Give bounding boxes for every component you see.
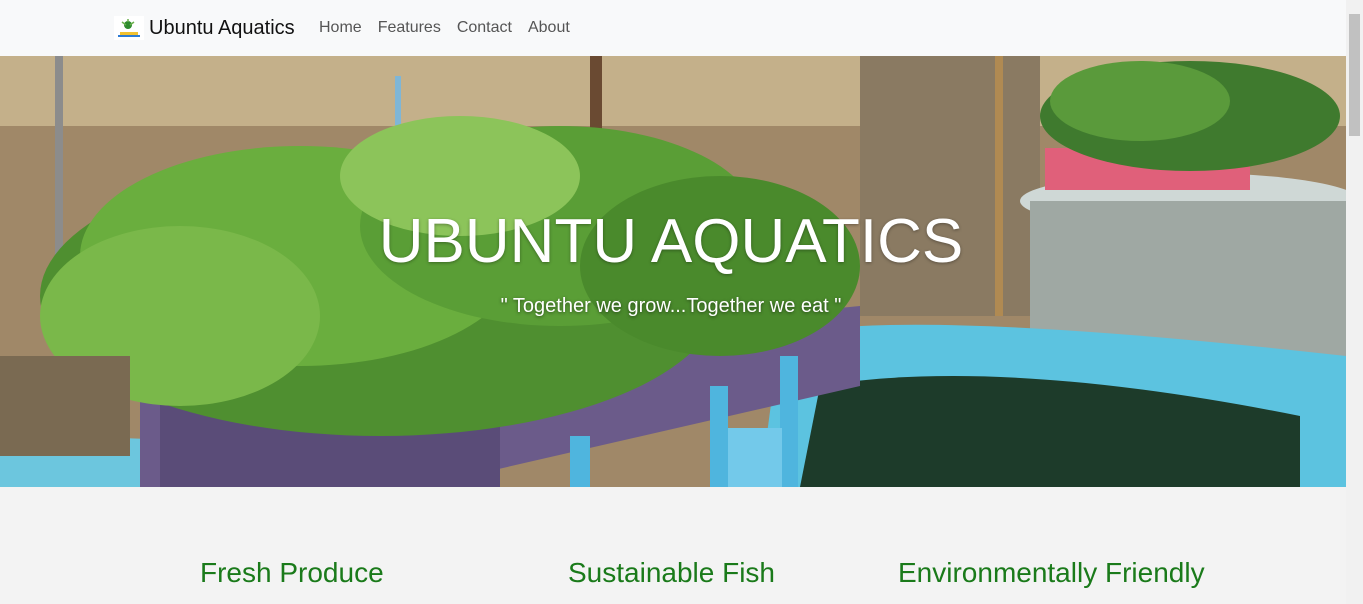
page-scrollbar[interactable] <box>1346 0 1363 604</box>
nav-link-about[interactable]: About <box>520 19 578 37</box>
nav-link-features[interactable]: Features <box>370 19 449 37</box>
feature-title-sustainable-fish: Sustainable Fish <box>568 557 776 588</box>
brand-name: Ubuntu Aquatics <box>149 16 295 39</box>
scrollbar-thumb[interactable] <box>1349 14 1360 136</box>
hero-banner: UBUNTU AQUATICS " Together we grow...Tog… <box>0 56 1346 487</box>
nav-link-contact[interactable]: Contact <box>449 19 520 37</box>
features-section: Fresh Produce Sustainable Fish Environme… <box>0 487 1346 604</box>
nav-link-home[interactable]: Home <box>311 19 370 37</box>
feature-title-environmentally-friendly: Environmentally Friendly <box>898 557 1205 588</box>
brand-link[interactable]: Ubuntu Aquatics <box>114 0 295 56</box>
hero-title: UBUNTU AQUATICS <box>378 207 964 276</box>
feature-title-fresh-produce: Fresh Produce <box>200 557 384 588</box>
hero-tagline: " Together we grow...Together we eat " <box>500 295 842 317</box>
nav-links: Home Features Contact About <box>311 0 578 56</box>
navbar: Ubuntu Aquatics Home Features Contact Ab… <box>0 0 1346 56</box>
brand-logo-icon <box>114 16 144 40</box>
